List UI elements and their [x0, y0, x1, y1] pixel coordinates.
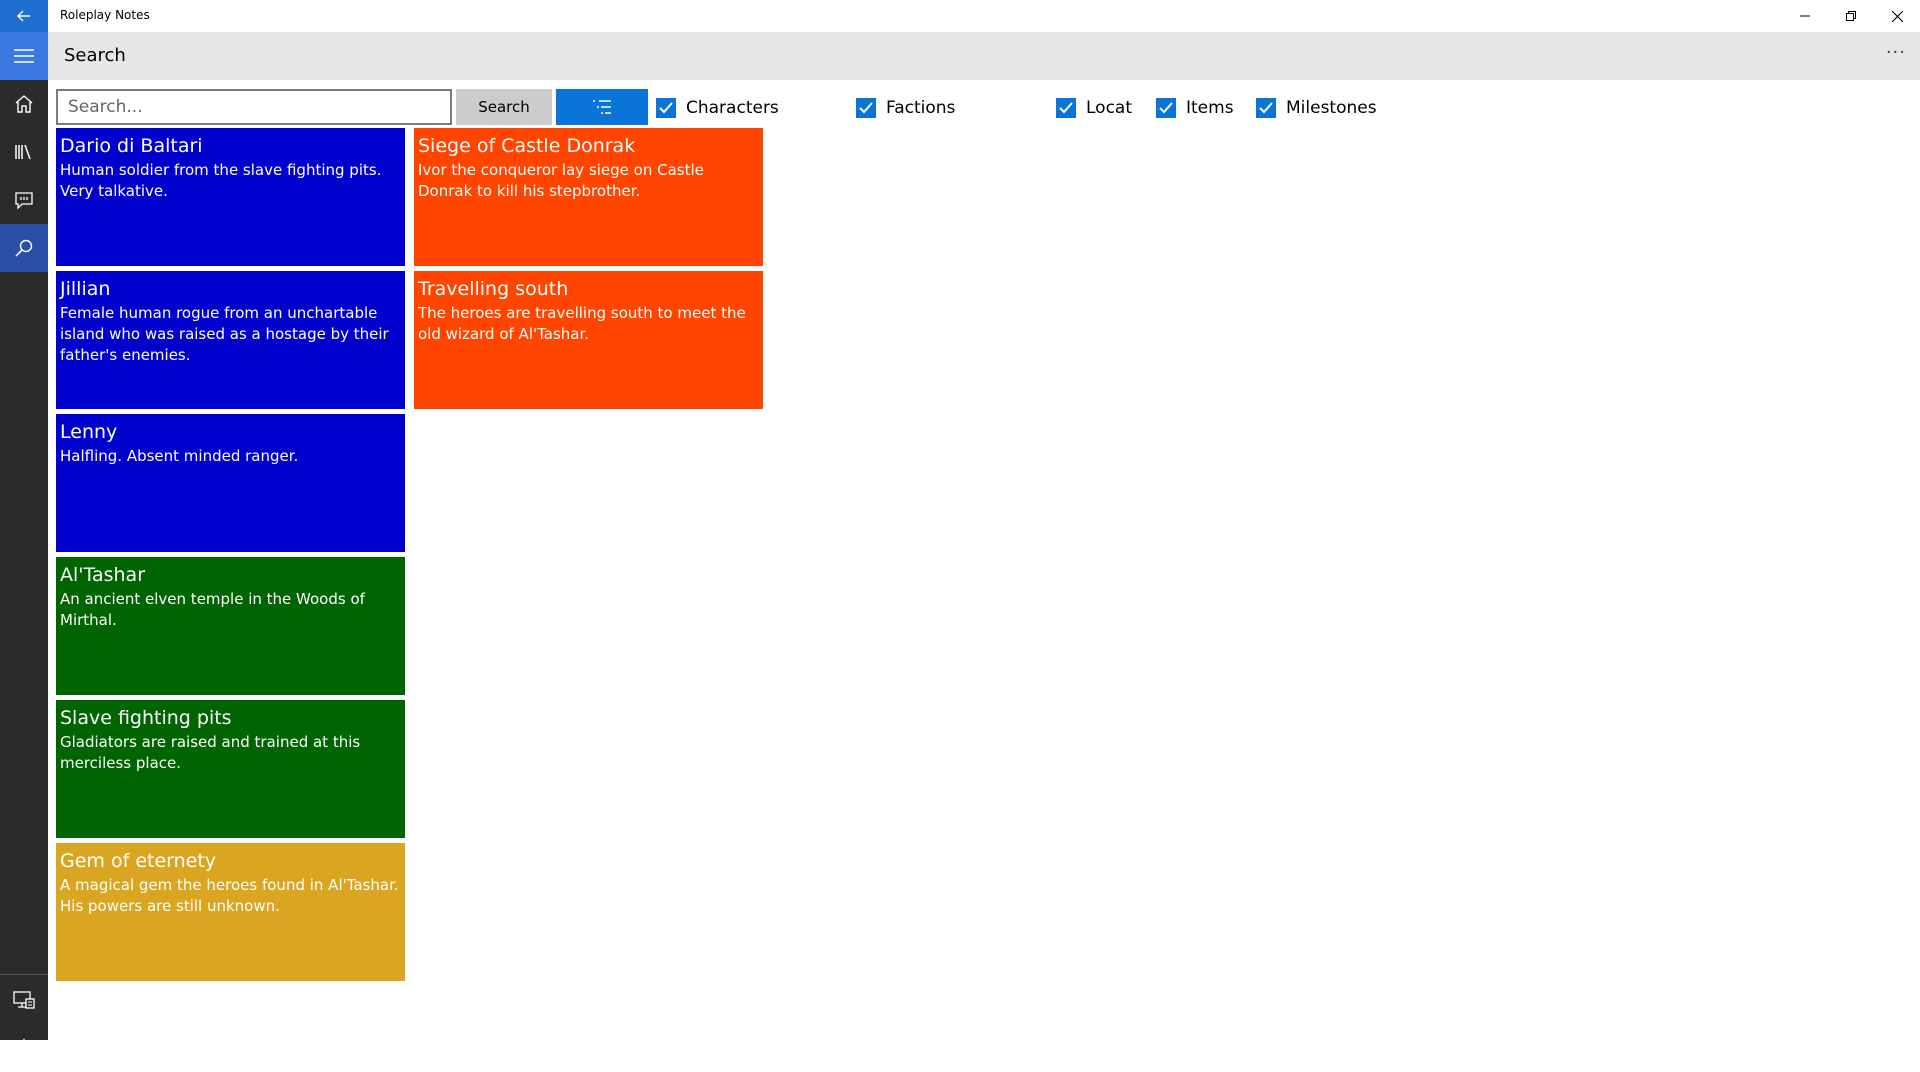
tile-description: A magical gem the heroes found in Al'Tas… [60, 876, 399, 915]
filter-factions[interactable]: Factions [856, 96, 955, 120]
search-input[interactable] [56, 89, 452, 125]
hamburger-icon [14, 49, 34, 63]
title-bar: Roleplay Notes [0, 0, 1920, 32]
tile-description: Halfling. Absent minded ranger. [60, 447, 299, 465]
tile-title: Lenny [60, 421, 118, 443]
tile-title: Siege of Castle Donrak [418, 135, 636, 157]
filter-milestones[interactable]: Milestones [1256, 96, 1377, 120]
nav-library[interactable] [0, 128, 48, 176]
result-tile[interactable]: Lenny Halfling. Absent minded ranger. [56, 414, 405, 552]
checkmark-icon [1259, 102, 1273, 114]
checkbox-milestones[interactable] [1256, 98, 1276, 118]
gear-icon [15, 1038, 34, 1058]
tile-title: Travelling south [418, 278, 569, 300]
tile-description: Gladiators are raised and trained at thi… [60, 733, 361, 772]
nav-campaign[interactable] [0, 976, 48, 1024]
back-arrow-icon [17, 10, 30, 22]
filter-list-icon [593, 100, 611, 114]
restore-button[interactable] [1828, 0, 1874, 32]
filter-items[interactable]: Items [1156, 96, 1234, 120]
library-icon [15, 144, 31, 160]
filter-label: Characters [686, 98, 779, 118]
result-tile[interactable]: Jillian Female human rogue from an uncha… [56, 271, 405, 409]
tile-description: Human soldier from the slave fighting pi… [60, 161, 382, 200]
nav-notes[interactable] [0, 176, 48, 224]
checkmark-icon [1159, 102, 1173, 114]
page-title: Search [64, 45, 126, 66]
close-icon [1891, 10, 1903, 22]
result-tile[interactable]: Slave fighting pits Gladiators are raise… [56, 700, 405, 838]
result-tile[interactable]: Siege of Castle Donrak Ivor the conquero… [414, 128, 763, 266]
checkmark-icon [659, 102, 673, 114]
nav-menu-button[interactable] [0, 32, 48, 80]
tile-title: Gem of eternety [60, 850, 217, 872]
back-button[interactable] [0, 0, 48, 32]
minimize-button[interactable] [1782, 0, 1828, 32]
filter-label: Locat [1086, 98, 1133, 118]
tile-title: Al'Tashar [60, 564, 145, 586]
message-icon [15, 192, 33, 210]
search-icon [15, 239, 33, 257]
result-tile[interactable]: Al'Tashar An ancient elven temple in the… [56, 557, 405, 695]
nav-rail [0, 32, 48, 1058]
nav-search[interactable] [0, 224, 48, 272]
minimize-icon [1800, 15, 1810, 17]
filter-label: Milestones [1286, 98, 1377, 118]
search-button[interactable]: Search [456, 89, 552, 125]
result-tile[interactable]: Travelling south The heroes are travelli… [414, 271, 763, 409]
tile-description: The heroes are travelling south to meet … [418, 304, 746, 343]
tile-description: Female human rogue from an unchartable i… [60, 304, 389, 364]
filter-label: Items [1186, 98, 1234, 118]
checkbox-characters[interactable] [656, 98, 676, 118]
tile-description: Ivor the conqueror lay siege on Castle D… [418, 161, 704, 200]
nav-home[interactable] [0, 80, 48, 128]
checkbox-factions[interactable] [856, 98, 876, 118]
checkmark-icon [859, 102, 873, 114]
app-title: Roleplay Notes [60, 8, 150, 22]
checkbox-locations[interactable] [1056, 98, 1076, 118]
tile-title: Slave fighting pits [60, 707, 232, 729]
checkbox-items[interactable] [1156, 98, 1176, 118]
filter-characters[interactable]: Characters [656, 96, 779, 120]
filter-locations[interactable]: Locat [1056, 96, 1132, 120]
close-button[interactable] [1874, 0, 1920, 32]
result-tile[interactable]: Dario di Baltari Human soldier from the … [56, 128, 405, 266]
page-header: Search ··· [48, 32, 1920, 80]
tile-description: An ancient elven temple in the Woods of … [60, 590, 365, 629]
filter-sort-button[interactable] [556, 89, 648, 125]
device-icon [13, 991, 35, 1009]
filter-label: Factions [886, 98, 956, 118]
checkmark-icon [1059, 102, 1073, 114]
more-options-button[interactable]: ··· [1886, 42, 1906, 63]
nav-divider [0, 974, 48, 975]
restore-icon [1846, 11, 1856, 21]
nav-settings[interactable] [0, 1024, 48, 1072]
result-tile[interactable]: Gem of eternety A magical gem the heroes… [56, 843, 405, 981]
tile-title: Jillian [60, 278, 111, 300]
home-icon [15, 95, 33, 113]
tile-title: Dario di Baltari [60, 135, 203, 157]
